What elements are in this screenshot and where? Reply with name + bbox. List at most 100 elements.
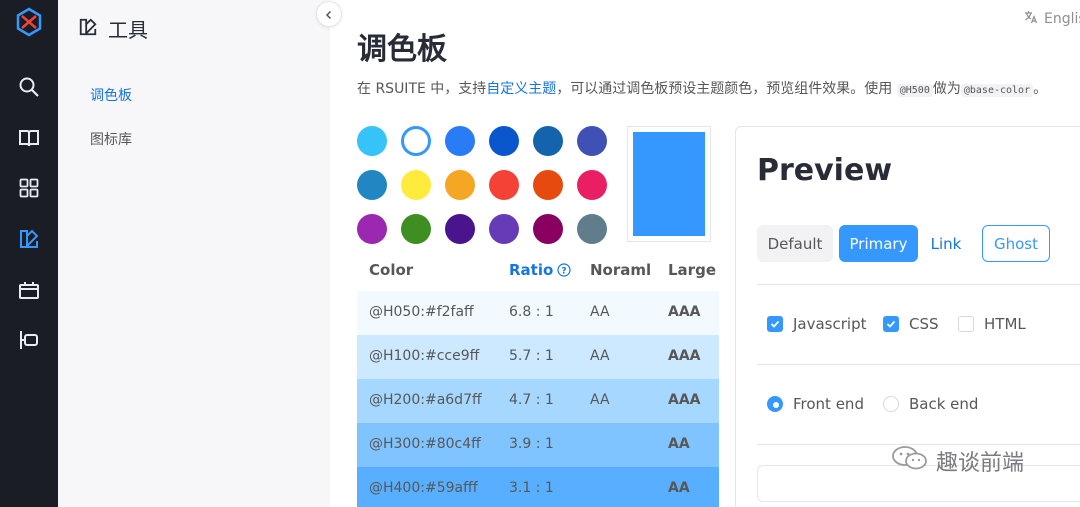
color-swatch[interactable] <box>533 126 563 156</box>
cell-ratio: 4.7 : 1 <box>509 392 554 408</box>
language-switch[interactable]: Englis <box>1024 10 1080 28</box>
primary-button[interactable]: Primary <box>839 225 918 262</box>
cell-color: @H400:#59afff <box>369 480 478 496</box>
color-swatch[interactable] <box>401 214 431 244</box>
cell-large: AA <box>668 480 690 496</box>
palette-icon <box>78 17 98 41</box>
wechat-icon <box>890 445 930 477</box>
cell-color: @H200:#a6d7ff <box>369 392 482 408</box>
color-swatch[interactable] <box>445 170 475 200</box>
radio-label: Front end <box>793 395 864 413</box>
color-swatch[interactable] <box>445 126 475 156</box>
color-swatch[interactable] <box>489 170 519 200</box>
checkbox-checked-icon <box>767 316 783 332</box>
cell-ratio: 3.1 : 1 <box>509 480 554 496</box>
main-content: Englis 调色板 在 RSUITE 中，支持自定义主题，可以通过调色板预设主… <box>330 0 1080 507</box>
color-swatch[interactable] <box>577 214 607 244</box>
checkbox-label: HTML <box>984 315 1026 333</box>
watermark: 趣谈前端 <box>890 445 1024 477</box>
table-row: @H300:#80c4ff 3.9 : 1 AA <box>357 423 719 467</box>
grid-icon[interactable] <box>9 168 49 208</box>
checkbox-css[interactable]: CSS <box>883 315 939 333</box>
help-icon: ? <box>557 263 571 277</box>
search-icon[interactable] <box>9 67 49 107</box>
side-panel-icon[interactable] <box>9 320 49 360</box>
page-title: 调色板 <box>357 32 447 67</box>
radio-back-end[interactable]: Back end <box>883 395 978 413</box>
radio-unchecked-icon <box>883 396 899 412</box>
color-swatch[interactable] <box>445 214 475 244</box>
color-swatch[interactable] <box>533 170 563 200</box>
radio-front-end[interactable]: Front end <box>767 395 864 413</box>
cell-normal: AA <box>590 392 610 408</box>
color-swatch[interactable] <box>357 126 387 156</box>
chevron-left-icon <box>324 5 334 24</box>
cell-large: AAA <box>668 304 701 320</box>
divider <box>757 284 1080 285</box>
icon-rail <box>0 0 58 507</box>
cell-color: @H050:#f2faff <box>369 304 474 320</box>
page-intro: 在 RSUITE 中，支持自定义主题，可以通过调色板预设主题颜色，预览组件效果。… <box>357 78 1047 98</box>
intro-text: 在 RSUITE 中，支持 <box>357 81 487 97</box>
table-row: @H100:#cce9ff 5.7 : 1 AA AAA <box>357 335 719 379</box>
app-root: 工具 调色板 图标库 Englis 调色板 在 RSUITE 中，支持自定义主题… <box>0 0 1080 507</box>
language-label: Englis <box>1044 11 1080 27</box>
checkbox-label: Javascript <box>793 315 867 333</box>
cell-ratio: 6.8 : 1 <box>509 304 554 320</box>
checkbox-javascript[interactable]: Javascript <box>767 315 866 333</box>
checkbox-unchecked-icon <box>958 316 974 332</box>
cell-normal: AA <box>590 348 610 364</box>
cell-color: @H100:#cce9ff <box>369 348 480 364</box>
cell-ratio: 3.9 : 1 <box>509 436 554 452</box>
column-header-normal: Noraml <box>590 261 652 279</box>
checkbox-checked-icon <box>883 316 899 332</box>
cell-color: @H300:#80c4ff <box>369 436 481 452</box>
rsuite-logo-icon[interactable] <box>9 2 49 42</box>
cell-large: AAA <box>668 392 701 408</box>
color-swatch[interactable] <box>577 126 607 156</box>
selected-color-preview <box>627 126 711 242</box>
svg-text:?: ? <box>562 267 567 277</box>
color-swatch[interactable] <box>401 170 431 200</box>
palette-icon[interactable] <box>9 219 49 259</box>
collapse-sidebar-button[interactable] <box>316 1 342 27</box>
radio-label: Back end <box>909 395 979 413</box>
cell-large: AA <box>668 436 690 452</box>
code-h500: @H500 <box>896 84 933 97</box>
color-swatch[interactable] <box>401 126 431 156</box>
table-header: Color Ratio ? Noraml Large <box>357 255 719 287</box>
ghost-button[interactable]: Ghost <box>982 225 1050 262</box>
watermark-text: 趣谈前端 <box>936 451 1025 476</box>
color-swatch[interactable] <box>577 170 607 200</box>
link-button[interactable]: Link <box>926 225 966 262</box>
selected-color-fill <box>633 132 705 236</box>
ratio-label: Ratio <box>509 261 554 279</box>
color-swatch[interactable] <box>533 214 563 244</box>
column-header-ratio[interactable]: Ratio ? <box>509 261 571 279</box>
column-header-color: Color <box>369 261 414 279</box>
color-swatch[interactable] <box>489 126 519 156</box>
intro-text: 。 <box>1033 81 1048 97</box>
book-icon[interactable] <box>9 118 49 158</box>
custom-theme-link[interactable]: 自定义主题 <box>486 81 556 97</box>
color-swatch[interactable] <box>357 214 387 244</box>
table-row: @H050:#f2faff 6.8 : 1 AA AAA <box>357 291 719 335</box>
cell-normal: AA <box>590 304 610 320</box>
intro-text: ，可以通过调色板预设主题颜色，预览组件效果。使用 <box>556 81 897 97</box>
color-swatch[interactable] <box>489 214 519 244</box>
translate-icon <box>1024 10 1038 28</box>
cell-ratio: 5.7 : 1 <box>509 348 554 364</box>
tools-sidebar: 工具 调色板 图标库 <box>58 0 330 507</box>
radio-checked-icon <box>767 396 783 412</box>
color-swatch[interactable] <box>357 170 387 200</box>
default-button[interactable]: Default <box>757 225 833 262</box>
divider <box>757 364 1080 365</box>
cell-large: AAA <box>668 348 701 364</box>
sidebar-item-palette[interactable]: 调色板 <box>90 85 132 105</box>
table-row: @H400:#59afff 3.1 : 1 AA <box>357 467 719 507</box>
calendar-icon[interactable] <box>9 270 49 310</box>
checkbox-html[interactable]: HTML <box>958 315 1026 333</box>
sidebar-item-icons[interactable]: 图标库 <box>90 129 132 149</box>
code-base-color: @base-color <box>960 84 1034 97</box>
sidebar-header: 工具 <box>78 14 148 43</box>
